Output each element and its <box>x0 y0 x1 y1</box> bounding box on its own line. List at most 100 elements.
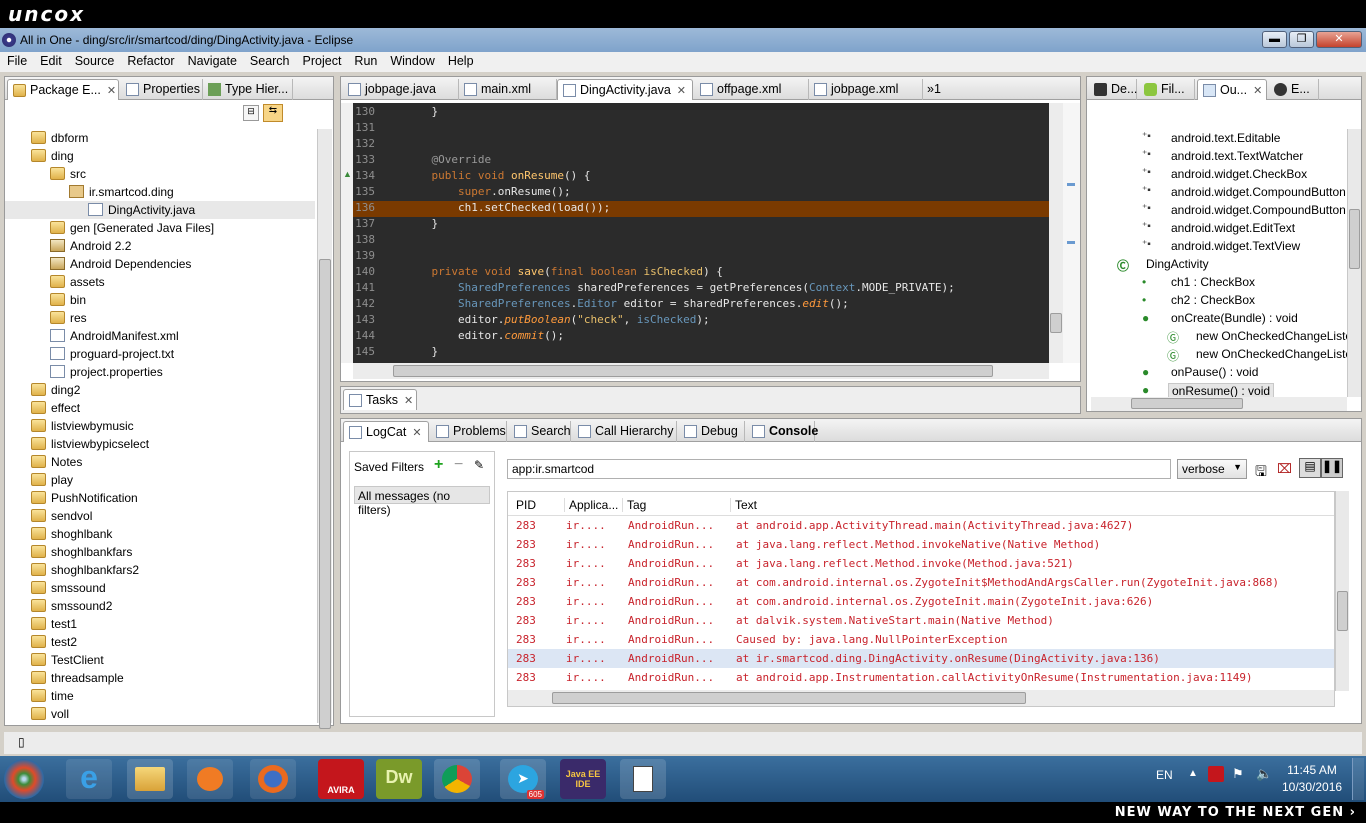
tree-scrollbar[interactable] <box>317 129 332 729</box>
chrome-icon[interactable] <box>434 759 480 799</box>
tab-jobpage-java[interactable]: jobpage.java <box>343 79 459 100</box>
log-row[interactable]: 283 ir.... AndroidRun... at dalvik.system.N… <box>508 611 1334 630</box>
horizontal-scrollbar[interactable] <box>353 363 1049 379</box>
close-icon[interactable]: ✕ <box>412 427 421 439</box>
close-icon[interactable]: ✕ <box>677 85 686 97</box>
tree-item[interactable]: PushNotification <box>5 489 315 507</box>
code-line[interactable]: 134 public void onResume() { <box>353 169 1049 185</box>
firefox-icon[interactable] <box>250 759 296 799</box>
log-row[interactable]: 283 ir.... AndroidRun... at android.app.Ins… <box>508 668 1334 687</box>
menu-item-help[interactable]: Help <box>441 52 480 68</box>
menu-item-file[interactable]: File <box>0 52 33 68</box>
code-line[interactable]: 137 } <box>353 217 1049 233</box>
menu-item-search[interactable]: Search <box>243 52 296 68</box>
code-line[interactable]: 133 @Override <box>353 153 1049 169</box>
scroll-thumb[interactable] <box>552 692 1026 704</box>
save-log-icon[interactable]: 🖫 <box>1255 461 1267 485</box>
telegram-icon[interactable]: ➤ 605 <box>500 759 546 799</box>
logcat-vscrollbar[interactable] <box>1335 491 1349 691</box>
close-icon[interactable]: ✕ <box>404 395 413 407</box>
tab-problems[interactable]: Problems <box>431 421 507 442</box>
tab-call-hierarchy[interactable]: Call Hierarchy <box>573 421 677 442</box>
tree-item[interactable]: voll <box>5 705 315 723</box>
notepad-icon[interactable] <box>620 759 666 799</box>
start-orb-icon[interactable] <box>4 759 44 799</box>
outline-item[interactable]: ● onCreate(Bundle) : void <box>1087 309 1347 327</box>
outline-item[interactable]: ⁺▪ android.widget.TextView <box>1087 237 1347 255</box>
tree-item[interactable]: ding2 <box>5 381 315 399</box>
outline-item[interactable]: ⁺▪ android.widget.CompoundButton <box>1087 201 1347 219</box>
log-row[interactable]: 283 ir.... AndroidRun... Caused by: java.la… <box>508 630 1334 649</box>
tree-item[interactable]: res <box>5 309 315 327</box>
clear-log-icon[interactable]: ⌧ <box>1277 461 1292 477</box>
eclipse-icon[interactable]: Java EE IDE <box>560 759 606 799</box>
code-line[interactable]: 141 SharedPreferences sharedPreferences … <box>353 281 1049 297</box>
code-line[interactable]: 142 SharedPreferences.Editor editor = sh… <box>353 297 1049 313</box>
tree-item[interactable]: shoghlbankfars2 <box>5 561 315 579</box>
log-row[interactable]: 283 ir.... AndroidRun... at java.lang.refle… <box>508 535 1334 554</box>
tab-file-explorer[interactable]: Fil... <box>1139 79 1195 100</box>
tab-dingactivity-java[interactable]: DingActivity.java ✕ <box>557 79 693 100</box>
tree-item[interactable]: DingActivity.java <box>5 201 315 219</box>
code-line[interactable]: 132 <box>353 137 1049 153</box>
tree-item[interactable]: play <box>5 471 315 489</box>
tree-item[interactable]: smssound <box>5 579 315 597</box>
tab-type-hierarchy[interactable]: Type Hier... <box>203 79 293 100</box>
restore-button[interactable]: ❐ <box>1289 31 1314 48</box>
tree-item[interactable]: shoghlbankfars <box>5 543 315 561</box>
volume-icon[interactable]: 🔈 <box>1256 766 1272 782</box>
internet-explorer-icon[interactable]: e <box>66 759 112 799</box>
code-line[interactable]: 140 private void save(final boolean isCh… <box>353 265 1049 281</box>
scroll-thumb[interactable] <box>393 365 993 377</box>
col-application[interactable]: Applica... <box>564 498 618 512</box>
tree-item[interactable]: smssound2 <box>5 597 315 615</box>
all-messages-filter[interactable]: All messages (no filters) <box>354 486 490 517</box>
code-line[interactable]: 143 editor.putBoolean("check", isChecked… <box>353 313 1049 329</box>
log-row[interactable]: 283 ir.... AndroidRun... at com.android.int… <box>508 573 1334 592</box>
close-button[interactable]: ✕ <box>1316 31 1362 48</box>
tree-item[interactable]: shoghlbank <box>5 525 315 543</box>
more-tabs-button[interactable]: »1 <box>923 79 953 100</box>
log-row[interactable]: 283 ir.... AndroidRun... at com.android.int… <box>508 592 1334 611</box>
code-line[interactable]: 131 <box>353 121 1049 137</box>
outline-item[interactable]: Ⓖnew OnCheckedChangeListe <box>1087 345 1347 363</box>
avira-icon[interactable]: AVIRA <box>318 759 364 799</box>
log-row[interactable]: 283 ir.... AndroidRun... at ir.smartcod.din… <box>508 649 1334 668</box>
menu-item-refactor[interactable]: Refactor <box>120 52 180 68</box>
code-line[interactable]: 135 super.onResume(); <box>353 185 1049 201</box>
outline-item[interactable]: • ch2 : CheckBox <box>1087 291 1347 309</box>
tree-item[interactable]: Notes <box>5 453 315 471</box>
col-tag[interactable]: Tag <box>622 498 646 512</box>
tree-item[interactable]: test2 <box>5 633 315 651</box>
clock-time[interactable]: 11:45 AM <box>1282 763 1342 777</box>
tab-offpage-xml[interactable]: offpage.xml <box>695 79 809 100</box>
vertical-scrollbar[interactable] <box>1049 103 1063 363</box>
tab-package-explorer[interactable]: Package E... ✕ <box>7 79 119 100</box>
code-line[interactable]: 136 ch1.setChecked(load()); <box>353 201 1049 217</box>
tab-properties[interactable]: Properties <box>121 79 203 100</box>
show-desktop-button[interactable] <box>1352 758 1364 800</box>
media-player-icon[interactable] <box>187 759 233 799</box>
tree-item[interactable]: proguard-project.txt <box>5 345 315 363</box>
tree-item[interactable]: project.properties <box>5 363 315 381</box>
toggle-filters-icon[interactable]: ▤ <box>1299 458 1321 478</box>
log-row[interactable]: 283 ir.... AndroidRun... at android.app.Act… <box>508 516 1334 535</box>
tree-item[interactable]: threadsample <box>5 669 315 687</box>
tab-console[interactable]: Console <box>747 421 818 442</box>
tree-item[interactable]: sendvol <box>5 507 315 525</box>
tray-expand-icon[interactable]: ▲ <box>1188 768 1198 779</box>
code-line[interactable]: 145 } <box>353 345 1049 361</box>
code-line[interactable]: 144 editor.commit(); <box>353 329 1049 345</box>
tree-item[interactable]: src <box>5 165 315 183</box>
menu-item-source[interactable]: Source <box>68 52 121 68</box>
collapse-all-icon[interactable]: ⊟ <box>243 105 259 121</box>
tab-emulator[interactable]: E... <box>1269 79 1319 100</box>
outline-hscrollbar[interactable] <box>1091 397 1347 411</box>
menu-item-window[interactable]: Window <box>383 52 440 68</box>
tree-item[interactable]: Android Dependencies <box>5 255 315 273</box>
scroll-thumb[interactable] <box>319 259 331 729</box>
code-line[interactable]: 130 } <box>353 105 1049 121</box>
tree-item[interactable]: ir.smartcod.ding <box>5 183 315 201</box>
outline-scrollbar[interactable] <box>1347 129 1361 397</box>
scroll-thumb[interactable] <box>1131 398 1243 409</box>
